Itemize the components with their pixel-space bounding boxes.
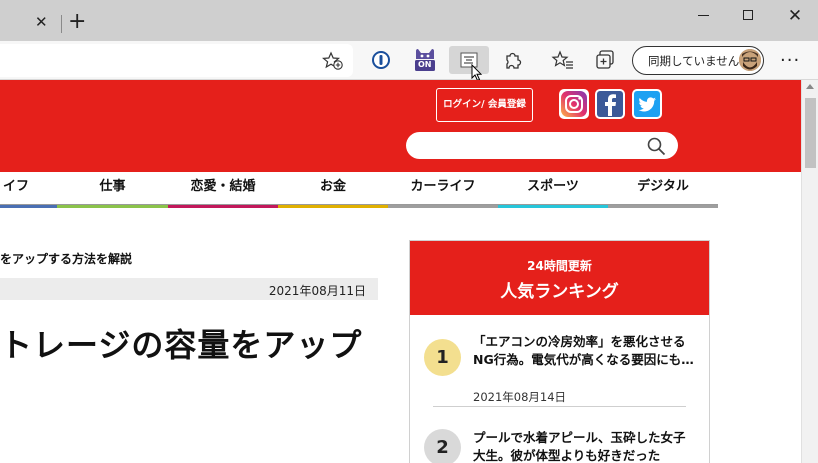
scroll-up-arrow-icon[interactable] <box>806 84 814 89</box>
ranking-item-title[interactable]: 「エアコンの冷房効率」を悪化させる NG行為。電気代が高くなる要因にも… <box>473 333 695 369</box>
nav-underline <box>168 205 278 208</box>
nav-underline <box>0 205 57 208</box>
browser-toolbar: ON 同期していません ··· <box>0 41 818 82</box>
minimize-button[interactable] <box>694 6 714 26</box>
avatar <box>739 49 761 71</box>
sync-status-label: 同期していません <box>648 54 740 68</box>
ranking-header: 24時間更新 人気ランキング <box>410 241 709 315</box>
nav-item-label: 仕事 <box>99 179 126 194</box>
ranking-item-title[interactable]: プールで水着アピール、玉砕した女子大生。彼が体型よりも好きだった <box>473 429 695 463</box>
collections-icon[interactable] <box>593 47 619 73</box>
minimize-icon <box>698 15 709 16</box>
tab-separator <box>61 15 62 33</box>
nav-underline <box>388 205 498 208</box>
ranking-subtitle: 24時間更新 <box>527 259 592 273</box>
page-scrollbar[interactable] <box>801 80 818 463</box>
instagram-icon[interactable] <box>559 89 589 119</box>
nav-item-digital[interactable]: デジタル <box>608 172 718 208</box>
article-date-bar: 2021年08月11日 <box>0 278 378 300</box>
nav-item-life[interactable]: イフ <box>0 172 57 208</box>
address-bar[interactable] <box>0 44 353 77</box>
1password-icon[interactable] <box>368 47 394 73</box>
rank-badge: 1 <box>424 339 461 376</box>
web-page: ログイン/ 会員登録 イフ 仕事 恋愛・結婚 お金 カーライフ スポーツ デジタ… <box>0 80 801 463</box>
reader-extension-button[interactable] <box>449 46 489 82</box>
ranking-item-date: 2021年08月14日 <box>473 390 567 404</box>
on-badge-icon[interactable]: ON <box>412 47 438 73</box>
rank-badge: 2 <box>424 429 461 463</box>
maximize-icon <box>743 10 753 20</box>
site-header: ログイン/ 会員登録 <box>0 80 801 172</box>
twitter-icon[interactable] <box>632 89 662 119</box>
ranking-widget: 24時間更新 人気ランキング 1 「エアコンの冷房効率」を悪化させる NG行為。… <box>409 240 710 463</box>
nav-item-label: 恋愛・結婚 <box>190 179 256 194</box>
tab-bar: ✕ + ✕ <box>0 0 818 41</box>
article-subtitle: をアップする方法を解説 <box>0 252 133 266</box>
facebook-icon[interactable] <box>595 89 625 119</box>
nav-item-love-marriage[interactable]: 恋愛・結婚 <box>168 172 278 208</box>
scrollbar-thumb[interactable] <box>805 98 816 168</box>
login-register-button[interactable]: ログイン/ 会員登録 <box>436 88 533 122</box>
more-icon[interactable]: ··· <box>780 50 800 71</box>
favorites-icon[interactable] <box>550 47 576 73</box>
reader-icon <box>460 52 478 68</box>
nav-underline <box>608 205 718 208</box>
nav-underline <box>278 205 388 208</box>
puzzle-icon[interactable] <box>500 47 526 73</box>
nav-item-sports[interactable]: スポーツ <box>498 172 608 208</box>
nav-underline <box>498 205 608 208</box>
new-tab-button[interactable]: + <box>68 11 86 33</box>
ranking-item[interactable]: 1 「エアコンの冷房効率」を悪化させる NG行為。電気代が高くなる要因にも… 2… <box>410 315 709 407</box>
ranking-item[interactable]: 2 プールで水着アピール、玉砕した女子大生。彼が体型よりも好きだった <box>410 407 709 463</box>
window-close-button[interactable]: ✕ <box>785 6 805 26</box>
nav-item-car-life[interactable]: カーライフ <box>388 172 498 208</box>
close-icon: ✕ <box>787 6 803 26</box>
article-date: 2021年08月11日 <box>268 284 366 298</box>
nav-item-label: デジタル <box>637 179 689 194</box>
search-icon[interactable] <box>646 136 666 156</box>
on-badge-text: ON <box>418 60 432 69</box>
close-tab-icon[interactable]: ✕ <box>35 15 48 30</box>
profile-sync-button[interactable]: 同期していません <box>632 46 764 75</box>
avatar-graphic <box>739 49 761 71</box>
nav-item-label: お金 <box>319 179 346 194</box>
nav-item-label: カーライフ <box>410 179 476 194</box>
nav-item-money[interactable]: お金 <box>278 172 388 208</box>
favorite-add-icon[interactable] <box>322 51 344 71</box>
article-title: トレージの容量をアップ <box>0 326 363 364</box>
site-search-input[interactable] <box>406 132 678 159</box>
nav-item-work[interactable]: 仕事 <box>57 172 168 208</box>
nav-item-label: イフ <box>3 179 30 194</box>
maximize-button[interactable] <box>738 6 758 26</box>
nav-underline <box>57 205 168 208</box>
category-nav: イフ 仕事 恋愛・結婚 お金 カーライフ スポーツ デジタル <box>0 172 718 208</box>
nav-item-label: スポーツ <box>527 179 579 194</box>
ranking-title: 人気ランキング <box>500 282 619 302</box>
